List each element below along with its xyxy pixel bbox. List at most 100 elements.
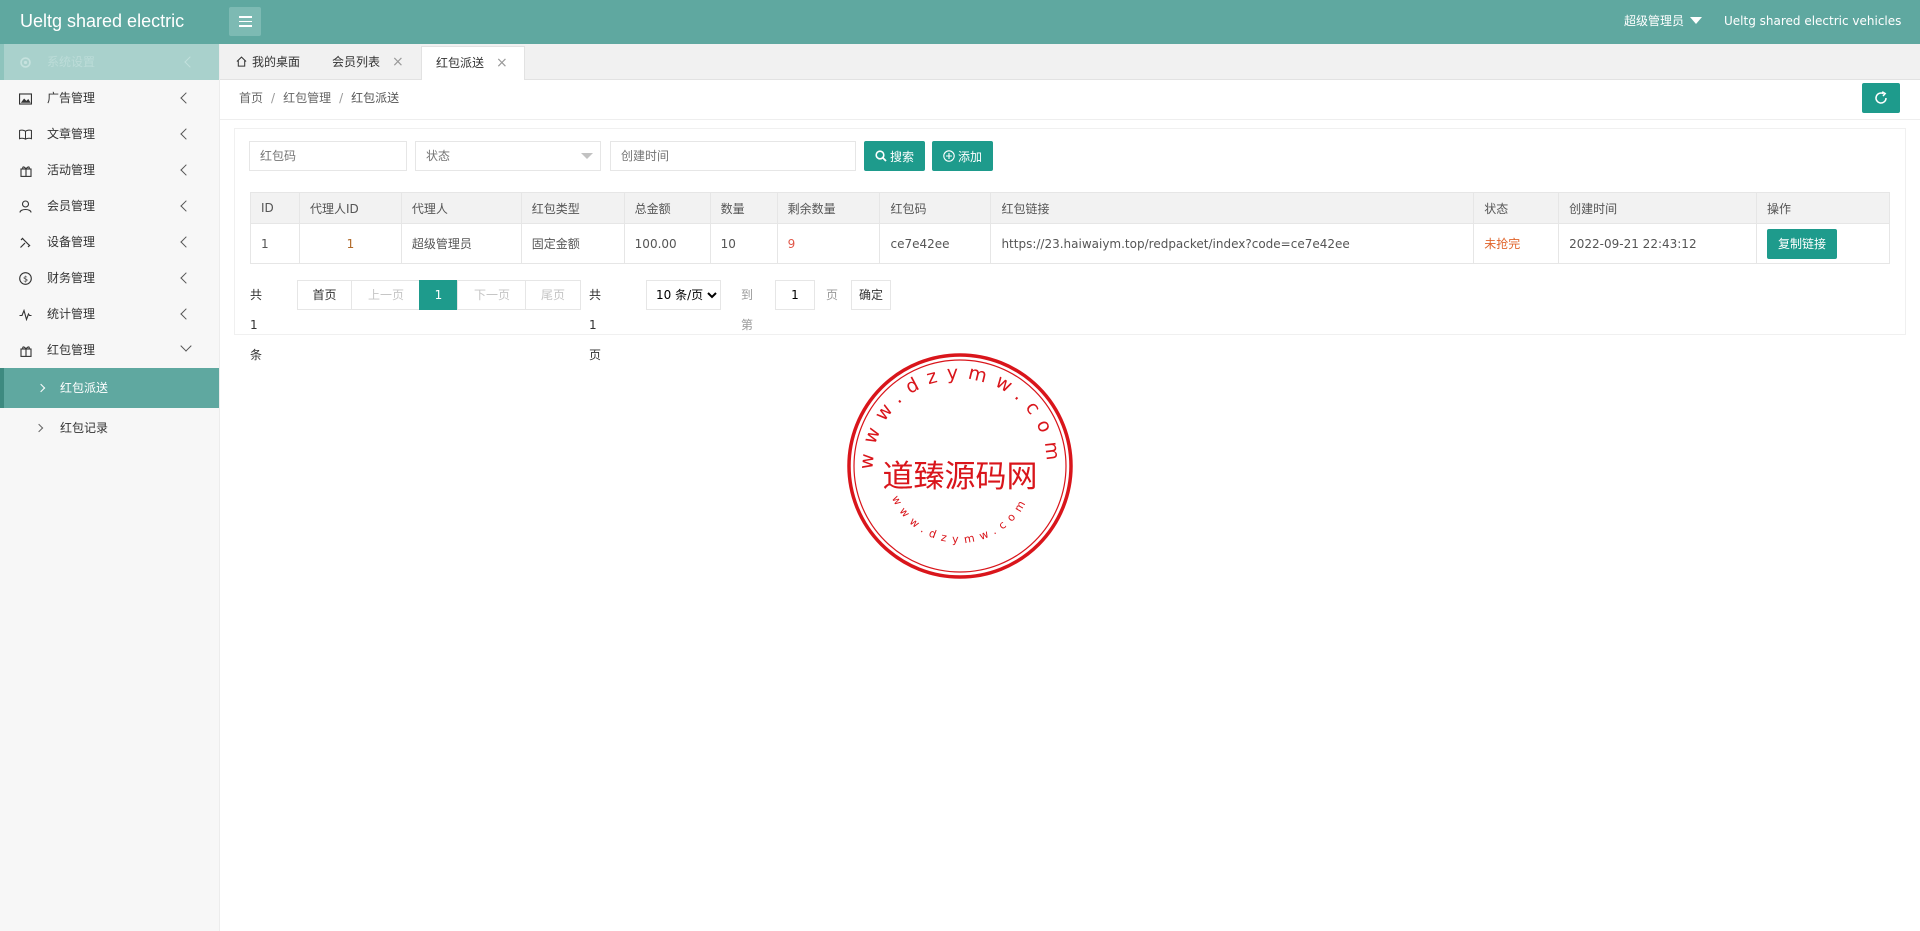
pagination-current[interactable]: 1 — [419, 280, 458, 310]
chevron-left-icon — [180, 236, 192, 248]
breadcrumb: 首页 / 红包管理 / 红包派送 — [239, 91, 400, 105]
sidebar-item-label: 系统设置 — [47, 55, 96, 69]
sidebar-item-devices[interactable]: 设备管理 — [0, 224, 219, 260]
user-icon — [19, 200, 32, 213]
refresh-button[interactable] — [1862, 83, 1900, 113]
breadcrumb-redpacket[interactable]: 红包管理 — [283, 91, 331, 105]
sidebar-subitem-label: 红包派送 — [60, 381, 109, 395]
stamp-url-bottom: www.dzymw.com — [889, 493, 1031, 546]
chevron-left-icon — [184, 56, 196, 68]
menu-toggle-button[interactable] — [229, 7, 261, 36]
plus-circle-icon — [943, 150, 955, 162]
sidebar-item-label: 活动管理 — [47, 163, 96, 177]
col-header-code: 红包码 — [879, 192, 992, 224]
watermark-stamp: www.dzymw.com 道臻源码网 www.dzymw.com — [847, 353, 1073, 579]
user-menu[interactable]: 超级管理员 — [1624, 0, 1703, 44]
breadcrumb-bar: 首页 / 红包管理 / 红包派送 — [220, 80, 1920, 120]
sidebar-subitem-redpacket-send[interactable]: 红包派送 — [0, 368, 219, 408]
cell-id: 1 — [250, 223, 300, 264]
pagination-last[interactable]: 尾页 — [525, 280, 581, 310]
user-name: 超级管理员 — [1624, 14, 1685, 28]
sidebar-item-redpacket[interactable]: 红包管理 — [0, 332, 219, 368]
sidebar-item-finance[interactable]: $ 财务管理 — [0, 260, 219, 296]
triangle-down-icon — [581, 153, 593, 159]
goto-confirm-button[interactable]: 确定 — [851, 280, 891, 310]
header-brand-link[interactable]: Ueltg shared electric vehicles — [1724, 0, 1901, 44]
image-icon — [19, 92, 32, 105]
tab-redpacket-send[interactable]: 红包派送 × — [421, 46, 525, 81]
refresh-icon — [1875, 91, 1887, 104]
add-button[interactable]: 添加 — [932, 141, 993, 171]
close-icon[interactable]: × — [496, 47, 508, 80]
sidebar-item-articles[interactable]: 文章管理 — [0, 116, 219, 152]
chevron-left-icon — [180, 272, 192, 284]
col-header-status: 状态 — [1473, 192, 1560, 224]
col-header-link: 红包链接 — [990, 192, 1475, 224]
pagination-prev[interactable]: 上一页 — [351, 280, 421, 310]
sidebar-item-label: 统计管理 — [47, 307, 96, 321]
sidebar-item-ads[interactable]: 广告管理 — [0, 80, 219, 116]
gift-icon — [19, 344, 32, 357]
search-button[interactable]: 搜索 — [864, 141, 925, 171]
breadcrumb-home[interactable]: 首页 — [239, 91, 263, 105]
copy-link-button[interactable]: 复制链接 — [1766, 228, 1837, 259]
sidebar-item-label: 财务管理 — [47, 271, 96, 285]
sidebar-item-statistics[interactable]: 统计管理 — [0, 296, 219, 332]
tab-member-list[interactable]: 会员列表 × — [332, 46, 404, 80]
chevron-left-icon — [180, 200, 192, 212]
chevron-down-icon — [180, 340, 192, 352]
status-select[interactable] — [415, 141, 601, 171]
sidebar-item-members[interactable]: 会员管理 — [0, 188, 219, 224]
search-button-label: 搜索 — [889, 149, 914, 164]
chevron-right-icon — [34, 423, 44, 433]
redpacket-table: ID 代理人ID 代理人 红包类型 总金额 数量 剩余数量 红包码 红包链接 状… — [250, 192, 1891, 264]
sidebar-item-activities[interactable]: 活动管理 — [0, 152, 219, 188]
col-header-type: 红包类型 — [520, 192, 625, 224]
svg-text:$: $ — [23, 275, 28, 284]
sidebar-item-label: 文章管理 — [47, 127, 96, 141]
add-button-label: 添加 — [957, 149, 982, 164]
pagination-next[interactable]: 下一页 — [457, 280, 527, 310]
stamp-name: 道臻源码网 — [883, 459, 1038, 495]
cell-agent-id: 1 — [298, 223, 402, 264]
chevron-left-icon — [180, 164, 192, 176]
cell-total: 100.00 — [623, 223, 711, 264]
sidebar-item-label: 设备管理 — [47, 235, 96, 249]
created-time-input[interactable] — [610, 141, 856, 171]
cell-remaining: 9 — [776, 223, 881, 264]
tab-label: 会员列表 — [332, 55, 381, 69]
cell-code: ce7e42ee — [879, 223, 992, 264]
breadcrumb-current: 红包派送 — [351, 91, 400, 105]
cell-action: 复制链接 — [1755, 223, 1891, 264]
caret-down-icon — [1690, 17, 1703, 24]
tab-desktop[interactable]: 我的桌面 — [236, 46, 300, 80]
col-header-count: 数量 — [709, 192, 778, 224]
chevron-left-icon — [180, 92, 192, 104]
page-unit-label: 页 — [826, 288, 839, 302]
sidebar-item-system-settings[interactable]: 系统设置 — [0, 44, 219, 80]
close-icon[interactable]: × — [392, 46, 404, 79]
tools-icon — [19, 236, 32, 249]
pagination-first[interactable]: 首页 — [297, 280, 352, 310]
goto-label: 到第 — [741, 288, 754, 332]
col-header-total: 总金额 — [623, 192, 711, 224]
agent-id-value: 1 — [346, 236, 355, 251]
per-page-select[interactable]: 10 条/页 — [646, 280, 721, 310]
gear-icon — [19, 56, 32, 69]
tab-label: 我的桌面 — [252, 55, 301, 69]
sidebar-subitem-redpacket-records[interactable]: 红包记录 — [0, 408, 219, 448]
col-header-remaining: 剩余数量 — [776, 192, 881, 224]
sidebar: 系统设置 广告管理 文章管理 活动管理 会员管理 设备管理 $ 财务管理 统计管… — [0, 44, 220, 931]
chevron-right-icon — [36, 383, 46, 393]
home-icon — [236, 56, 247, 67]
cell-link: https://23.haiwaiym.top/redpacket/index?… — [990, 223, 1475, 264]
sidebar-item-label: 红包管理 — [47, 343, 96, 357]
cell-type: 固定金额 — [520, 223, 625, 264]
sidebar-item-label: 会员管理 — [47, 199, 96, 213]
tab-label: 红包派送 — [436, 56, 485, 70]
goto-page-input[interactable] — [775, 280, 815, 310]
book-icon — [19, 128, 32, 141]
cell-created: 2022-09-21 22:43:12 — [1558, 223, 1757, 264]
redpacket-code-input[interactable] — [249, 141, 407, 171]
col-header-agent-id: 代理人ID — [298, 192, 402, 224]
